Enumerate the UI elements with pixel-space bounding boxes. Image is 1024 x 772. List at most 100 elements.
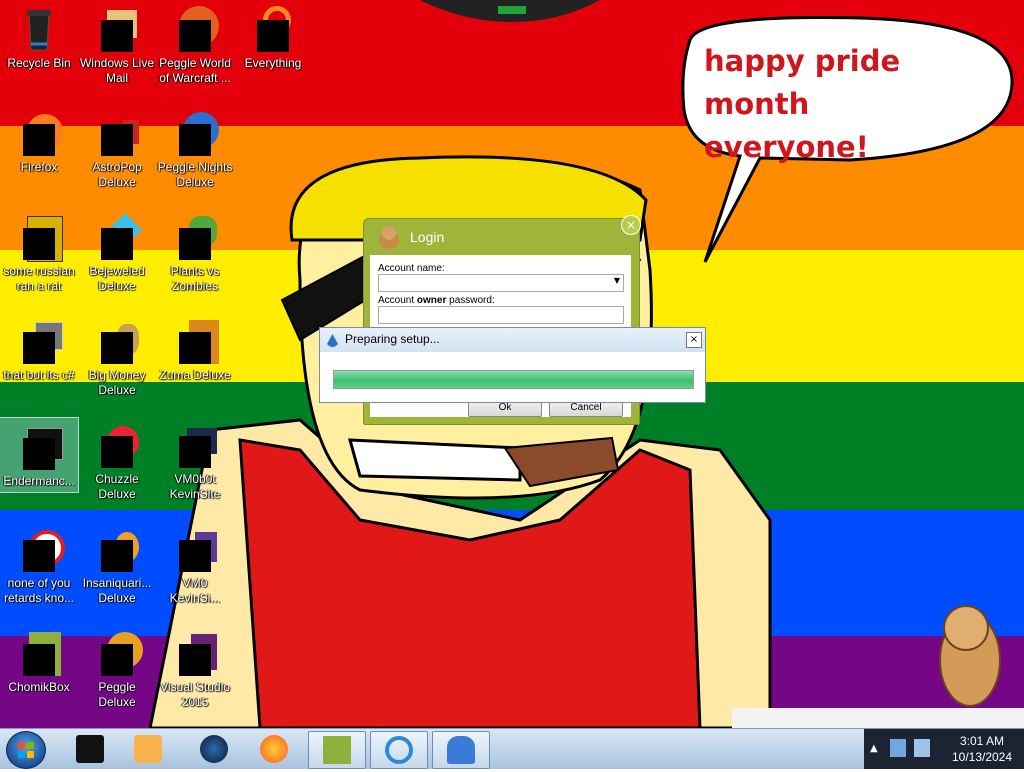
zuma-icon: [171, 318, 219, 366]
hamster-icon: [323, 736, 351, 764]
setup-icon: [447, 736, 475, 764]
desktop-icon-peggle-wow[interactable]: Peggle World of Warcraft ...: [156, 0, 234, 86]
login-title: Login: [410, 229, 445, 245]
password-field[interactable]: [378, 306, 624, 324]
icon-label: none of you retards kno...: [3, 576, 75, 605]
taskbar-clock[interactable]: 3:01 AM 10/13/2024: [940, 733, 1024, 765]
desktop-icon-everything[interactable]: Everything: [234, 0, 312, 71]
taskbar-item-media-player[interactable]: [120, 731, 176, 767]
internet-explorer-icon: [385, 736, 413, 764]
astropop-icon: [93, 110, 141, 158]
desktop-icon-big-money[interactable]: Big Money Deluxe: [78, 312, 156, 398]
icon-label: Plants vs Zombies: [170, 264, 220, 293]
firefox-icon: [260, 735, 288, 763]
desktop-icon-russian-rat[interactable]: some russian ran a rat: [0, 208, 78, 294]
preparing-setup-dialog: Preparing setup... ×: [319, 327, 706, 403]
icon-label: AstroPop Deluxe: [92, 160, 142, 189]
hamster-icon: [15, 630, 63, 678]
clock-time: 3:01 AM: [959, 734, 1005, 748]
bubble-line-1: happy pride month: [704, 44, 901, 121]
windows-logo-icon: [18, 742, 34, 758]
plant-icon: [171, 214, 219, 262]
icon-label: that but its c#: [3, 368, 75, 382]
desktop-icon-bejeweled[interactable]: Bejeweled Deluxe: [78, 208, 156, 294]
password-label: Account owner password:: [378, 295, 495, 306]
icon-label: VM0 KevinSi...: [169, 576, 221, 605]
desktop-icon-visual-studio[interactable]: Visual Studio 2015: [156, 624, 234, 710]
peggle-icon: [171, 6, 219, 54]
icon-label: Everything: [244, 56, 302, 70]
desktop-icon-windows-live-mail[interactable]: Windows Live Mail: [78, 0, 156, 86]
desktop-icon-peggle-deluxe[interactable]: Peggle Deluxe: [78, 624, 156, 710]
desktop-icon-zuma[interactable]: Zuma Deluxe: [156, 312, 234, 383]
desktop-icon-astropop[interactable]: AstroPop Deluxe: [78, 104, 156, 190]
taskbar-item-recycle[interactable]: [62, 731, 118, 767]
desktop-icon-recycle-bin[interactable]: Recycle Bin: [0, 0, 78, 71]
chevron-down-icon[interactable]: ▼: [614, 276, 620, 285]
fish-icon: [93, 526, 141, 574]
after-effects-icon: [15, 214, 63, 262]
desktop-icon-that-but-csharp[interactable]: that but its c#: [0, 312, 78, 383]
taskbar: ▲ 3:01 AM 10/13/2024: [0, 728, 1024, 769]
terminal-icon: [15, 424, 63, 472]
dialog-title: Preparing setup...: [345, 332, 440, 346]
media-player-icon: [134, 735, 162, 763]
desktop-icon-chomikbox[interactable]: ChomikBox: [0, 624, 78, 695]
icon-label: Peggle World of Warcraft ...: [159, 56, 231, 85]
taskbar-item-firefox[interactable]: [246, 731, 302, 767]
icon-label: VM0b0t KevinSite: [169, 472, 221, 501]
globe-icon: [200, 735, 228, 763]
start-button[interactable]: [6, 731, 46, 769]
desktop-icon-firefox[interactable]: Firefox: [0, 104, 78, 175]
taskbar-item-setup[interactable]: [432, 731, 490, 769]
desktop-icon-insaniquarium[interactable]: Insaniquari... Deluxe: [78, 520, 156, 606]
desktop-icon-endermanch[interactable]: Endermanc...: [0, 417, 79, 493]
document-icon: [171, 526, 219, 574]
desktop-icon-plants-vs-zombies[interactable]: Plants vs Zombies: [156, 208, 234, 294]
speech-bubble-text: happy pride month everyone!: [704, 40, 994, 169]
gem-icon: [93, 213, 142, 262]
volume-icon[interactable]: [914, 739, 930, 757]
setup-icon: [326, 333, 339, 347]
search-icon: [249, 6, 297, 54]
icon-label: Recycle Bin: [7, 56, 71, 70]
peggle-icon: [93, 630, 143, 678]
mail-icon: [93, 6, 141, 54]
taskbar-item-chomikbox[interactable]: [308, 731, 366, 769]
desktop-icon-vm0-kevinsite[interactable]: VM0 KevinSi...: [156, 520, 234, 606]
icon-label: Firefox: [20, 160, 58, 174]
icon-label: Endermanc...: [3, 474, 75, 488]
firefox-icon: [15, 526, 65, 574]
icon-label: Peggle Nights Deluxe: [157, 160, 233, 189]
money-bag-icon: [93, 318, 141, 366]
desktop-icon-chuzzle[interactable]: Chuzzle Deluxe: [78, 416, 156, 502]
icon-label: some russian ran a rat: [3, 264, 75, 293]
close-icon[interactable]: ×: [686, 332, 702, 348]
desktop-icon-peggle-nights[interactable]: Peggle Nights Deluxe: [156, 104, 234, 190]
account-name-dropdown[interactable]: ▼: [378, 274, 624, 292]
progress-fill: [334, 371, 693, 388]
terminal-icon: [171, 422, 219, 470]
firefox-icon: [15, 110, 63, 158]
icon-label: Chuzzle Deluxe: [95, 472, 139, 501]
close-icon[interactable]: ×: [621, 215, 641, 235]
hamster-icon: [376, 224, 402, 250]
visual-studio-icon: [171, 630, 219, 678]
icon-label: Visual Studio 2015: [160, 680, 230, 709]
black-box-icon: [76, 735, 104, 763]
chuzzle-icon: [93, 422, 141, 470]
desktop-icon-none-of-you[interactable]: none of you retards kno...: [0, 520, 78, 606]
icon-label: Peggle Deluxe: [98, 680, 136, 709]
taskbar-item-internet-explorer[interactable]: [370, 731, 428, 769]
taskbar-item-globe[interactable]: [186, 731, 242, 767]
peggle-nights-icon: [171, 110, 219, 158]
desktop-icon-vm0b0t[interactable]: VM0b0t KevinSite: [156, 416, 234, 502]
icon-label: Bejeweled Deluxe: [89, 264, 145, 293]
shortcut-icon: [15, 318, 63, 366]
recycle-bin-icon: [15, 6, 63, 54]
tray-expand-icon[interactable]: ▲: [870, 743, 878, 754]
progress-bar: [333, 370, 694, 389]
network-icon[interactable]: [890, 739, 906, 757]
icon-label: Big Money Deluxe: [88, 368, 146, 397]
bubble-line-2: everyone!: [704, 130, 869, 164]
